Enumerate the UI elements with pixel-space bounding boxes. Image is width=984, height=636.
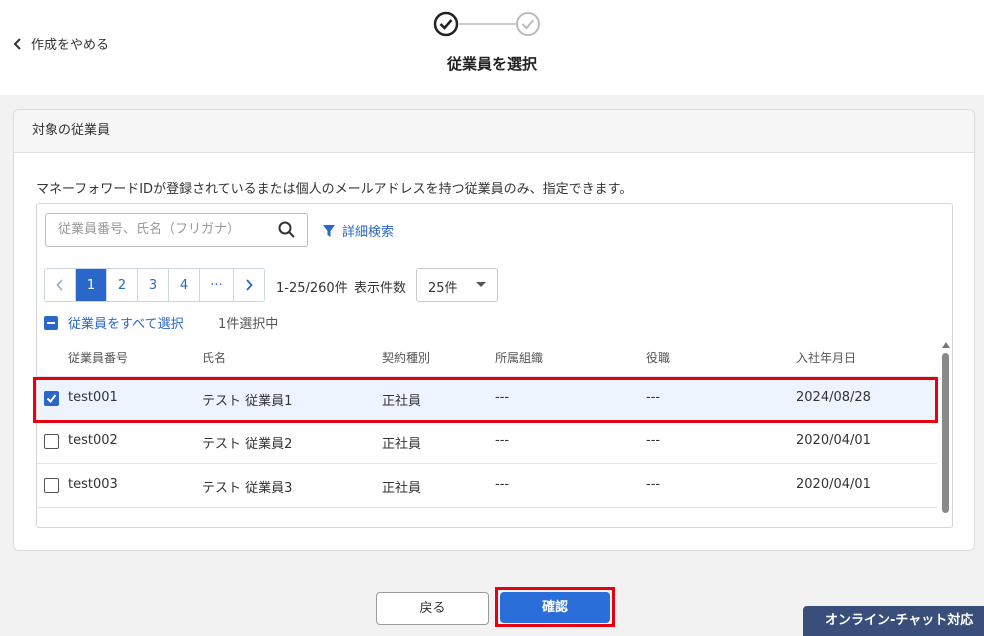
search-icon[interactable] — [278, 221, 296, 239]
online-chat-button[interactable]: オンライン-チャット対応 — [803, 606, 984, 636]
next-page-button[interactable] — [234, 269, 264, 301]
caret-down-icon — [476, 282, 486, 287]
employee-name: テスト 従業員2 — [202, 437, 293, 452]
employee-number: test003 — [68, 477, 118, 492]
result-range: 1-25/260件 — [276, 281, 348, 296]
step-indicator — [433, 11, 540, 37]
column-header-name: 氏名 — [202, 351, 227, 365]
page-title: 従業員を選択 — [446, 55, 537, 73]
selected-count: 1件選択中 — [218, 317, 279, 332]
cancel-create-link[interactable]: 作成をやめる — [13, 34, 109, 53]
page-2-button[interactable]: 2 — [107, 269, 138, 301]
check-icon — [46, 394, 57, 404]
join-date: 2020/04/01 — [796, 477, 871, 492]
table-row[interactable]: test001 テスト 従業員1 正社員 --- --- 2024/08/28 — [37, 376, 937, 421]
per-page-value: 25件 — [428, 281, 458, 296]
employee-name: テスト 従業員1 — [202, 394, 293, 409]
chevron-left-icon — [13, 37, 21, 50]
scrollbar-thumb[interactable] — [942, 353, 949, 513]
page-1-button[interactable]: 1 — [76, 269, 107, 301]
position: --- — [646, 433, 661, 448]
card-description: マネーフォワードIDが登録されているまたは個人のメールアドレスを持つ従業員のみ、… — [36, 182, 633, 197]
column-header-position: 役職 — [646, 351, 671, 365]
organization: --- — [495, 477, 510, 492]
row-checkbox[interactable] — [44, 478, 59, 493]
column-header-organization: 所属組織 — [495, 351, 544, 365]
prev-page-button[interactable] — [45, 269, 76, 301]
select-all-label: 従業員をすべて選択 — [68, 317, 184, 332]
advanced-search-link[interactable]: 詳細検索 — [322, 221, 394, 240]
organization: --- — [495, 390, 510, 405]
search-box — [45, 213, 308, 247]
table-scrollbar[interactable] — [941, 340, 951, 516]
cancel-create-label: 作成をやめる — [31, 38, 110, 53]
indeterminate-checkbox-icon[interactable] — [44, 315, 58, 330]
position: --- — [646, 390, 661, 405]
contract-type: 正社員 — [382, 437, 422, 452]
column-header-join-date: 入社年月日 — [796, 351, 857, 365]
employee-list-panel: 詳細検索 1 2 3 4 ··· 1-25/260件 表示件数 25件 — [36, 203, 953, 528]
join-date: 2020/04/01 — [796, 433, 871, 448]
scroll-up-arrow-icon[interactable] — [942, 342, 950, 348]
contract-type: 正社員 — [382, 481, 422, 496]
row-checkbox[interactable] — [44, 434, 59, 449]
page-3-button[interactable]: 3 — [138, 269, 169, 301]
page-4-button[interactable]: 4 — [169, 269, 200, 301]
chevron-left-icon — [56, 279, 63, 291]
advanced-search-label: 詳細検索 — [342, 225, 395, 240]
column-header-contract-type: 契約種別 — [382, 351, 431, 365]
table-row[interactable]: test002 テスト 従業員2 正社員 --- --- 2020/04/01 — [37, 420, 937, 464]
position: --- — [646, 477, 661, 492]
step-1-completed-icon — [433, 11, 459, 37]
employee-name: テスト 従業員3 — [202, 481, 293, 496]
table-header: 従業員番号 氏名 契約種別 所属組織 役職 入社年月日 — [37, 349, 937, 371]
organization: --- — [495, 433, 510, 448]
back-button[interactable]: 戻る — [376, 592, 489, 625]
table-row[interactable]: test003 テスト 従業員3 正社員 --- --- 2020/04/01 — [37, 464, 937, 508]
contract-type: 正社員 — [382, 394, 422, 409]
per-page-label: 表示件数 — [354, 281, 407, 296]
confirm-button[interactable]: 確認 — [500, 592, 610, 623]
search-input[interactable] — [56, 221, 270, 238]
row-checkbox[interactable] — [44, 391, 59, 406]
target-employees-card: 対象の従業員 マネーフォワードIDが登録されているまたは個人のメールアドレスを持… — [13, 109, 975, 551]
header: 作成をやめる 従業員を選択 — [0, 0, 984, 95]
pagination: 1 2 3 4 ··· — [44, 268, 265, 302]
page-ellipsis-button[interactable]: ··· — [200, 269, 234, 301]
chevron-right-icon — [246, 279, 253, 291]
step-2-pending-icon — [516, 12, 540, 36]
join-date: 2024/08/28 — [796, 390, 871, 405]
card-title: 対象の従業員 — [14, 110, 974, 153]
employee-number: test001 — [68, 390, 118, 405]
filter-icon — [323, 224, 335, 237]
select-all-employees[interactable]: 従業員をすべて選択 — [44, 313, 184, 332]
column-header-employee-number: 従業員番号 — [68, 351, 129, 365]
per-page-select[interactable]: 25件 — [416, 268, 498, 302]
employee-number: test002 — [68, 433, 118, 448]
